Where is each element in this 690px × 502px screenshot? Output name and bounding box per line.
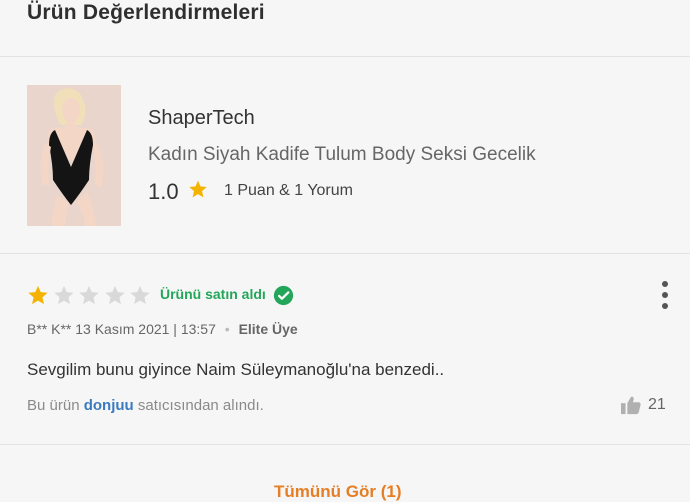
- star-empty-icon: [104, 285, 125, 305]
- separator-dot: •: [224, 321, 230, 337]
- product-image[interactable]: [27, 85, 121, 226]
- star-icon: [188, 179, 208, 204]
- seller-prefix: Bu ürün: [27, 397, 80, 414]
- star-empty-icon: [53, 285, 74, 305]
- review-date: 13 Kasım 2021 | 13:57: [75, 321, 216, 337]
- check-circle-icon: [273, 285, 294, 311]
- like-button[interactable]: 21: [620, 395, 666, 417]
- like-count: 21: [648, 396, 666, 413]
- page-header: Ürün Değerlendirmeleri: [0, 0, 690, 57]
- rating-summary: 1 Puan & 1 Yorum: [224, 182, 353, 199]
- review-comment: Sevgilim bunu giyince Naim Süleymanoğlu'…: [27, 360, 445, 379]
- thumbs-up-icon: [621, 396, 641, 415]
- more-options-icon[interactable]: [656, 279, 674, 311]
- star-filled-icon: [28, 285, 48, 305]
- seller-suffix: satıcısından alındı.: [137, 397, 264, 414]
- verified-purchase-label: Ürünü satın aldı: [160, 286, 266, 302]
- seller-link[interactable]: donjuu: [84, 397, 134, 414]
- product-photo-icon: [27, 85, 121, 226]
- product-brand[interactable]: ShaperTech: [148, 107, 255, 130]
- seller-info: Bu ürün donjuu satıcısından alındı.: [27, 397, 264, 414]
- member-badge: Elite Üye: [238, 321, 298, 337]
- average-rating: 1.0: [148, 179, 179, 204]
- star-empty-icon: [130, 285, 150, 305]
- see-all-reviews-link[interactable]: Tümünü Gör (1): [274, 482, 401, 502]
- product-name[interactable]: Kadın Siyah Kadife Tulum Body Seksi Gece…: [148, 144, 536, 166]
- page-title: Ürün Değerlendirmeleri: [27, 1, 265, 24]
- review-author: B** K**: [27, 321, 72, 337]
- product-summary: ShaperTech Kadın Siyah Kadife Tulum Body…: [0, 57, 690, 254]
- review-footer: Tümünü Gör (1): [0, 445, 690, 501]
- review-meta: B** K** 13 Kasım 2021 | 13:57 • Elite Üy…: [27, 321, 298, 337]
- star-empty-icon: [79, 285, 99, 305]
- review-card: Ürünü satın aldı B** K** 13 Kasım 2021 |…: [0, 254, 690, 445]
